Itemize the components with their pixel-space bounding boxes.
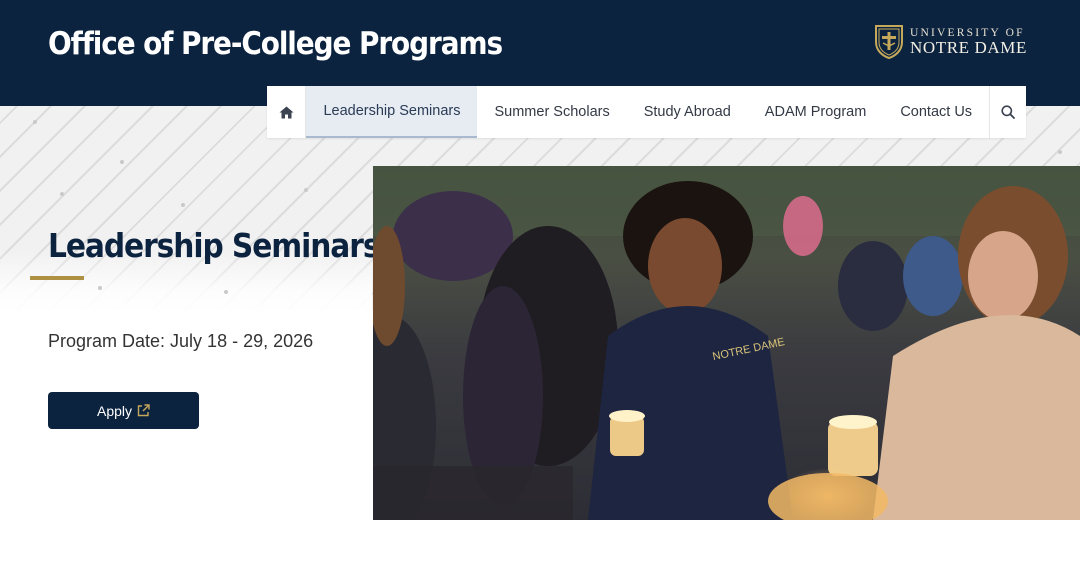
program-date: Program Date: July 18 - 29, 2026 — [48, 331, 314, 351]
home-icon — [279, 106, 294, 118]
nav-search-button[interactable] — [989, 86, 1026, 138]
notre-dame-logo[interactable]: UNIVERSITY OF NOTRE DAME — [874, 23, 1027, 61]
pattern-dot — [98, 286, 102, 290]
main-nav: Leadership Seminars Summer Scholars Stud… — [267, 86, 1026, 138]
pattern-dot — [60, 192, 64, 196]
title-underline — [30, 276, 84, 280]
nav-home-button[interactable] — [267, 86, 307, 138]
page-title: Leadership Seminars — [48, 226, 381, 265]
nav-item-adam-program[interactable]: ADAM Program — [748, 86, 884, 138]
apply-button[interactable]: Apply — [48, 392, 199, 429]
apply-button-label: Apply — [96, 402, 133, 419]
nav-item-leadership-seminars[interactable]: Leadership Seminars — [306, 86, 478, 138]
site-title[interactable]: Office of Pre-College Programs — [48, 26, 503, 62]
nav-item-study-abroad[interactable]: Study Abroad — [627, 86, 748, 138]
hero-photo: NOTRE DAME — [373, 166, 1080, 520]
brand-line-notre-dame: NOTRE DAME — [910, 38, 1027, 57]
pattern-dot — [304, 188, 308, 192]
nav-item-summer-scholars[interactable]: Summer Scholars — [477, 86, 626, 138]
pattern-dot — [1058, 150, 1062, 154]
pattern-dot — [224, 290, 228, 294]
pattern-dot — [120, 160, 124, 164]
shield-icon — [875, 25, 903, 60]
pattern-dot — [33, 120, 37, 124]
nav-item-contact-us[interactable]: Contact Us — [883, 86, 989, 138]
pattern-dot — [181, 203, 185, 207]
external-link-icon — [137, 404, 150, 417]
search-icon — [1001, 105, 1015, 119]
hero-photo-illustration: NOTRE DAME — [373, 166, 1080, 520]
